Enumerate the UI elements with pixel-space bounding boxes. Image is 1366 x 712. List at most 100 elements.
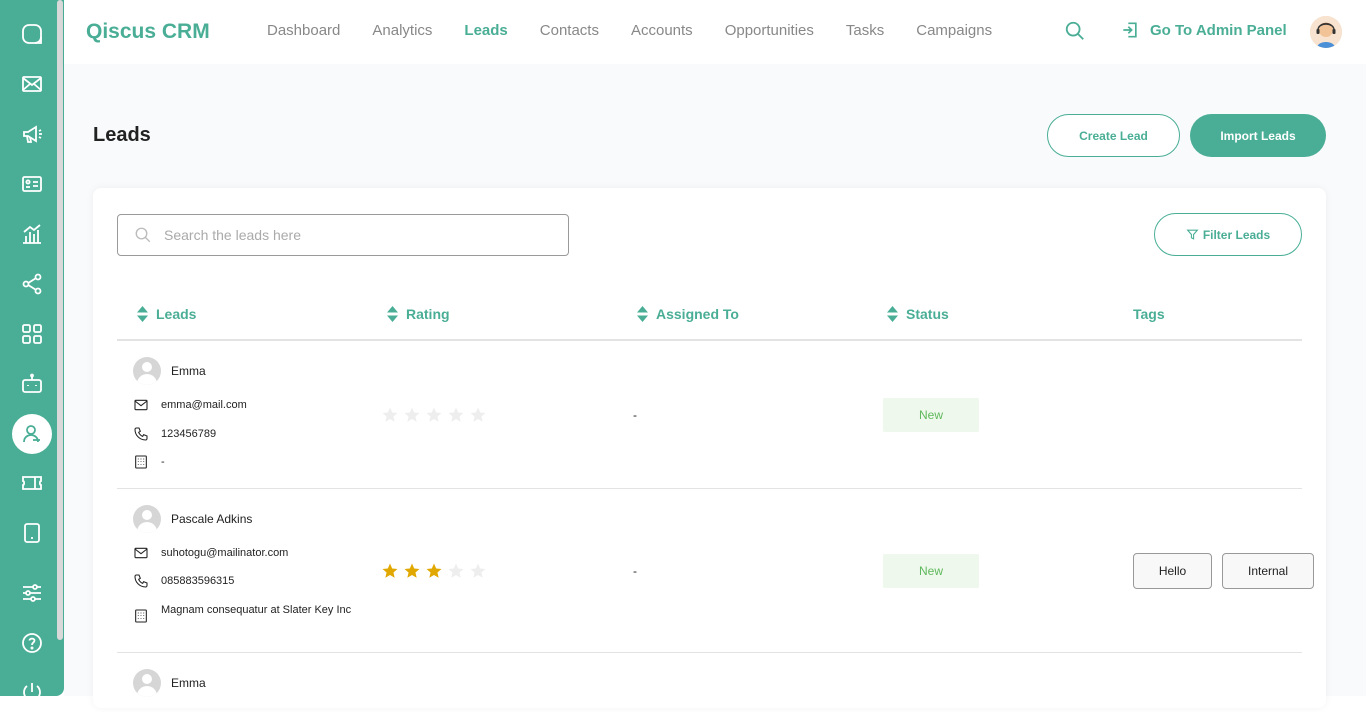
- sort-icon: [387, 306, 398, 322]
- search-field[interactable]: [117, 214, 569, 256]
- table-row[interactable]: Emma emma@mail.com 123456789 - - New: [117, 341, 1302, 489]
- sort-icon: [137, 306, 148, 322]
- star-icon[interactable]: [381, 406, 399, 424]
- login-icon: [1123, 22, 1137, 38]
- analytics-icon[interactable]: [12, 214, 52, 254]
- lead-phone-text: 085883596315: [161, 575, 235, 587]
- tag-chip[interactable]: Hello: [1133, 553, 1212, 589]
- lead-company-text: -: [161, 456, 165, 468]
- star-icon[interactable]: [403, 562, 421, 580]
- lead-email: emma@mail.com: [133, 397, 247, 413]
- rating-stars[interactable]: [381, 406, 487, 424]
- lead-name[interactable]: Emma: [133, 669, 206, 697]
- status-badge: New: [883, 398, 979, 432]
- sort-icon: [887, 306, 898, 322]
- share-icon[interactable]: [12, 264, 52, 304]
- column-header-label: Status: [906, 306, 949, 322]
- lead-name-text: Pascale Adkins: [171, 512, 253, 526]
- brand-logo[interactable]: Qiscus CRM: [86, 20, 210, 44]
- page-title: Leads: [93, 124, 151, 146]
- column-header-label: Rating: [406, 306, 450, 322]
- tablet-icon[interactable]: [12, 513, 52, 553]
- nav-tasks[interactable]: Tasks: [846, 22, 884, 39]
- star-icon[interactable]: [469, 406, 487, 424]
- lead-avatar: [133, 505, 161, 533]
- filter-leads-button[interactable]: Filter Leads: [1154, 213, 1302, 256]
- star-icon[interactable]: [447, 562, 465, 580]
- nav-contacts[interactable]: Contacts: [540, 22, 599, 39]
- lead-avatar: [133, 669, 161, 697]
- nav-campaigns[interactable]: Campaigns: [916, 22, 992, 39]
- nav-leads[interactable]: Leads: [464, 22, 507, 39]
- search-icon[interactable]: [1064, 20, 1088, 44]
- table-row[interactable]: Emma: [117, 653, 1302, 708]
- nav-dashboard[interactable]: Dashboard: [267, 22, 340, 39]
- main-nav: Dashboard Analytics Leads Contacts Accou…: [267, 22, 992, 39]
- lead-name-text: Emma: [171, 364, 206, 378]
- megaphone-icon[interactable]: [12, 114, 52, 154]
- search-input[interactable]: [164, 227, 544, 243]
- apps-icon[interactable]: [12, 314, 52, 354]
- lead-avatar: [133, 357, 161, 385]
- bot-icon[interactable]: [12, 364, 52, 404]
- lead-name-text: Emma: [171, 676, 206, 690]
- assigned-to: -: [633, 564, 637, 578]
- lead-name[interactable]: Emma: [133, 357, 206, 385]
- settings-sliders-icon[interactable]: [12, 573, 52, 613]
- building-icon: [135, 609, 147, 623]
- tag-chip[interactable]: Internal: [1222, 553, 1314, 589]
- star-icon[interactable]: [425, 406, 443, 424]
- lead-company: Magnam consequatur at Slater Key Inc: [133, 602, 351, 624]
- lead-name[interactable]: Pascale Adkins: [133, 505, 252, 533]
- leads-card: Filter Leads Leads Rating Assigned To St…: [93, 188, 1326, 708]
- nav-accounts[interactable]: Accounts: [631, 22, 693, 39]
- nav-analytics[interactable]: Analytics: [372, 22, 432, 39]
- column-header-label: Leads: [156, 306, 197, 322]
- column-header-status[interactable]: Status: [887, 306, 949, 322]
- sidebar-scrollbar[interactable]: [57, 0, 63, 640]
- left-sidebar: [0, 0, 64, 702]
- lead-phone: 085883596315: [133, 573, 234, 589]
- create-lead-button[interactable]: Create Lead: [1047, 114, 1180, 157]
- table-header: Leads Rating Assigned To Status Tags: [117, 292, 1302, 341]
- main-content: Leads Create Lead Import Leads Filter Le…: [64, 64, 1366, 708]
- star-icon[interactable]: [403, 406, 421, 424]
- column-header-leads[interactable]: Leads: [137, 306, 196, 322]
- admin-panel-label: Go To Admin Panel: [1150, 21, 1287, 39]
- mail-icon[interactable]: [12, 64, 52, 104]
- lead-company: -: [133, 454, 165, 470]
- rating-stars[interactable]: [381, 562, 487, 580]
- star-icon[interactable]: [425, 562, 443, 580]
- column-header-rating[interactable]: Rating: [387, 306, 450, 322]
- lead-company-text: Magnam consequatur at Slater Key Inc: [161, 604, 352, 616]
- user-avatar[interactable]: [1310, 16, 1342, 48]
- lead-email: suhotogu@mailinator.com: [133, 545, 288, 561]
- star-icon[interactable]: [381, 562, 399, 580]
- column-header-assigned[interactable]: Assigned To: [637, 306, 739, 322]
- building-icon: [135, 455, 147, 469]
- ticket-icon[interactable]: [12, 463, 52, 503]
- nav-opportunities[interactable]: Opportunities: [725, 22, 814, 39]
- mail-icon: [134, 399, 148, 411]
- crm-user-icon[interactable]: [12, 414, 52, 454]
- phone-icon: [134, 574, 148, 588]
- lead-phone: 123456789: [133, 426, 216, 442]
- lead-email-text: suhotogu@mailinator.com: [161, 547, 289, 559]
- help-icon[interactable]: [12, 623, 52, 663]
- filter-icon: [1186, 229, 1199, 240]
- search-icon: [135, 227, 151, 243]
- top-navbar: Qiscus CRM Dashboard Analytics Leads Con…: [64, 0, 1366, 64]
- power-icon[interactable]: [12, 672, 52, 712]
- column-header-label: Assigned To: [656, 306, 739, 322]
- table-row[interactable]: Pascale Adkins suhotogu@mailinator.com 0…: [117, 489, 1314, 653]
- filter-leads-label: Filter Leads: [1202, 227, 1271, 242]
- contact-card-icon[interactable]: [12, 164, 52, 204]
- star-icon[interactable]: [469, 562, 487, 580]
- sort-icon: [637, 306, 648, 322]
- star-icon[interactable]: [447, 406, 465, 424]
- chat-icon[interactable]: [12, 14, 52, 54]
- import-leads-button[interactable]: Import Leads: [1190, 114, 1326, 157]
- lead-phone-text: 123456789: [161, 428, 217, 440]
- lead-email-text: emma@mail.com: [161, 399, 247, 411]
- admin-panel-link[interactable]: Go To Admin Panel: [1120, 20, 1287, 40]
